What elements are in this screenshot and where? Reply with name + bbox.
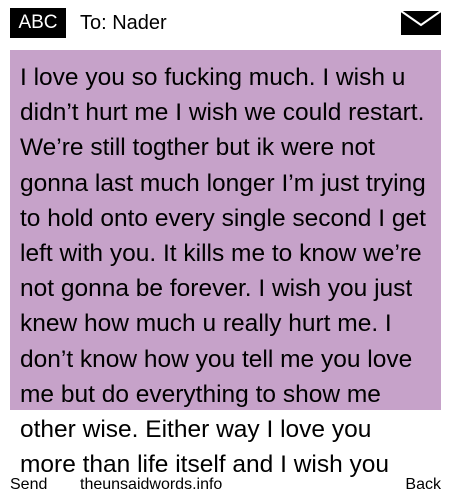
send-softkey[interactable]: Send bbox=[10, 474, 47, 496]
sms-compose-screen: ABC To: Nader I love you so fucking much… bbox=[0, 0, 450, 500]
envelope-icon bbox=[400, 10, 442, 35]
recipient-label[interactable]: To: Nader bbox=[80, 10, 167, 36]
watermark-text: theunsaidwords.info bbox=[80, 476, 223, 493]
softkey-bar: Send theunsaidwords.info Back bbox=[0, 472, 450, 500]
compose-header: ABC To: Nader bbox=[0, 0, 450, 46]
message-area[interactable]: I love you so fucking much. I wish u did… bbox=[0, 50, 450, 500]
back-softkey[interactable]: Back bbox=[405, 474, 441, 496]
message-body[interactable]: I love you so fucking much. I wish u did… bbox=[20, 60, 430, 482]
input-mode-badge[interactable]: ABC bbox=[10, 8, 66, 38]
